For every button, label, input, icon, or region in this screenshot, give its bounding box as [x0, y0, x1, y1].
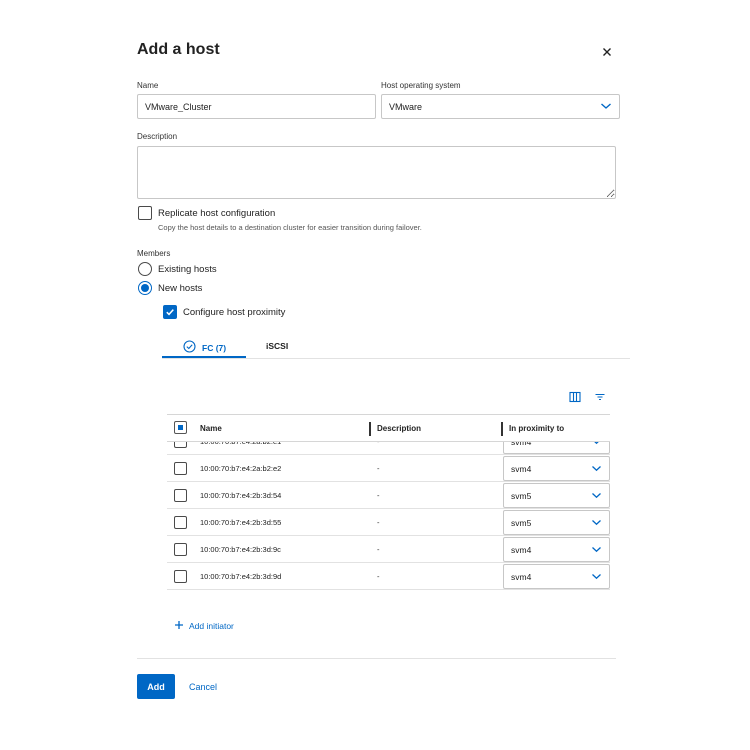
- plus-icon: [174, 620, 184, 632]
- proximity-select[interactable]: svm5: [503, 483, 610, 508]
- tab-iscsi[interactable]: iSCSI: [266, 341, 288, 351]
- proximity-value: svm4: [511, 544, 532, 555]
- initiator-name: 10:00:70:b7:e4:2b:3d:54: [200, 491, 282, 500]
- initiator-description: -: [377, 518, 380, 527]
- table-row: 10:00:70:b7:e4:2b:3d:9c - svm4: [167, 536, 610, 563]
- chevron-down-icon: [591, 518, 602, 528]
- column-header-description[interactable]: Description: [377, 415, 421, 442]
- column-resize-handle[interactable]: [369, 422, 371, 436]
- initiator-name: 10:00:70:b7:e4:2b:3d:55: [200, 518, 282, 527]
- columns-icon[interactable]: [568, 390, 582, 404]
- os-select[interactable]: VMware: [381, 94, 620, 119]
- initiator-name: 10:00:70:b7:e4:2b:3d:9d: [200, 572, 282, 581]
- chevron-down-icon: [591, 545, 602, 555]
- proximity-select[interactable]: svm4: [503, 537, 610, 562]
- check-circle-icon: [183, 340, 196, 355]
- os-label: Host operating system: [381, 81, 461, 90]
- description-label: Description: [137, 132, 178, 141]
- proximity-value: svm4: [511, 463, 532, 474]
- tab-iscsi-label: iSCSI: [266, 341, 289, 351]
- table-row: 10:00:70:b7:e4:2b:3d:55 - svm5: [167, 509, 610, 536]
- chevron-down-icon: [591, 572, 602, 582]
- proximity-checkbox[interactable]: [163, 305, 177, 319]
- tab-fc[interactable]: FC (7): [183, 340, 226, 355]
- new-hosts-radio[interactable]: [138, 281, 152, 295]
- chevron-down-icon: [591, 491, 602, 501]
- table-row: 10:00:70:b7:e4:2a:b2:e2 - svm4: [167, 455, 610, 482]
- proximity-label: Configure host proximity: [183, 307, 286, 318]
- row-checkbox[interactable]: [174, 570, 187, 583]
- proximity-value: svm5: [511, 490, 532, 501]
- proximity-select[interactable]: svm5: [503, 510, 610, 535]
- table-row: 10:00:70:b7:e4:2b:3d:54 - svm5: [167, 482, 610, 509]
- new-hosts-label: New hosts: [158, 283, 203, 294]
- existing-hosts-label: Existing hosts: [158, 264, 217, 275]
- members-label: Members: [137, 249, 171, 258]
- row-checkbox[interactable]: [174, 543, 187, 556]
- column-header-name[interactable]: Name: [200, 415, 222, 442]
- cancel-button[interactable]: Cancel: [185, 674, 221, 699]
- row-checkbox[interactable]: [174, 516, 187, 529]
- active-tab-indicator: [162, 356, 246, 358]
- row-checkbox[interactable]: [174, 462, 187, 475]
- initiators-table: Name Description In proximity to 10:00:7…: [167, 414, 610, 590]
- proximity-select[interactable]: svm4: [503, 564, 610, 589]
- tabs-divider: [162, 358, 630, 359]
- existing-hosts-radio[interactable]: [138, 262, 152, 276]
- chevron-down-icon: [591, 464, 602, 474]
- table-row: 10:00:70:b7:e4:2b:3d:9d - svm4: [167, 563, 610, 590]
- chevron-down-icon: [600, 102, 612, 112]
- add-initiator-link[interactable]: Add initiator: [174, 620, 234, 632]
- add-initiator-label: Add initiator: [189, 621, 234, 631]
- proximity-value: svm5: [511, 517, 532, 528]
- add-button[interactable]: Add: [137, 674, 175, 699]
- column-header-proximity[interactable]: In proximity to: [509, 415, 564, 442]
- column-resize-handle[interactable]: [501, 422, 503, 436]
- proximity-select[interactable]: svm4: [503, 456, 610, 481]
- select-all-checkbox[interactable]: [174, 421, 187, 434]
- replicate-checkbox[interactable]: [138, 206, 152, 220]
- dialog-title: Add a host: [137, 41, 220, 58]
- tab-fc-label: FC (7): [202, 342, 227, 353]
- row-checkbox[interactable]: [174, 489, 187, 502]
- replicate-hint: Copy the host details to a destination c…: [158, 223, 422, 232]
- initiator-name: 10:00:70:b7:e4:2b:3d:9c: [200, 545, 281, 554]
- close-icon[interactable]: [599, 44, 615, 60]
- name-label: Name: [137, 81, 159, 90]
- replicate-label: Replicate host configuration: [158, 208, 276, 219]
- checkmark-icon: [166, 309, 174, 316]
- description-textarea[interactable]: [137, 146, 616, 199]
- footer-divider: [137, 658, 616, 659]
- initiator-description: -: [377, 572, 380, 581]
- os-select-value: VMware: [389, 101, 423, 112]
- initiator-description: -: [377, 491, 380, 500]
- proximity-value: svm4: [511, 571, 532, 582]
- initiator-name: 10:00:70:b7:e4:2a:b2:e2: [200, 464, 282, 473]
- add-host-dialog: Add a host Name Host operating system VM…: [0, 0, 750, 750]
- table-header: Name Description In proximity to: [167, 415, 610, 442]
- initiator-description: -: [377, 545, 380, 554]
- initiator-description: -: [377, 464, 380, 473]
- filter-icon[interactable]: [593, 390, 607, 404]
- name-input[interactable]: [137, 94, 376, 119]
